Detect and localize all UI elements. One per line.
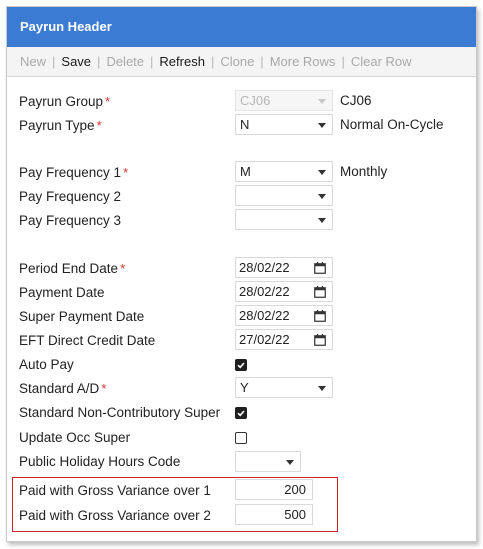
required-marker: * xyxy=(101,380,107,396)
standard-non-contributory-super-row: Standard Non-Contributory Super xyxy=(19,402,220,422)
payrun-group-label: Payrun Group xyxy=(19,93,104,109)
standard-non-contributory-super-checkbox[interactable] xyxy=(235,406,247,419)
paid-gross-variance-1-row: Paid with Gross Variance over 1 xyxy=(19,480,211,500)
auto-pay-checkbox[interactable] xyxy=(235,358,247,371)
payrun-group-description: CJ06 xyxy=(340,93,372,108)
update-occ-super-label: Update Occ Super xyxy=(19,429,131,445)
standard-ad-row: Standard A/D * xyxy=(19,378,106,398)
payment-date-row: Payment Date xyxy=(19,282,105,302)
period-end-date-row: Period End Date * xyxy=(19,258,125,278)
payrun-header-panel: Payrun Header New | Save | Delete | Refr… xyxy=(6,6,477,542)
chevron-down-icon[interactable] xyxy=(318,218,326,223)
toolbar-separator: | xyxy=(341,54,345,69)
super-payment-date-label: Super Payment Date xyxy=(19,308,145,324)
paid-gross-variance-1-label: Paid with Gross Variance over 1 xyxy=(19,482,211,498)
payrun-group-row: Payrun Group * xyxy=(19,91,110,111)
standard-ad-value: Y xyxy=(240,380,249,395)
paid-gross-variance-1-input[interactable]: 200 xyxy=(235,479,313,500)
required-marker: * xyxy=(105,93,111,109)
payrun-type-description: Normal On-Cycle xyxy=(340,117,444,132)
public-holiday-hours-code-combo[interactable] xyxy=(235,451,301,472)
pay-frequency-1-row: Pay Frequency 1 * xyxy=(19,162,128,182)
calendar-icon[interactable] xyxy=(314,262,326,274)
payrun-type-value: N xyxy=(240,117,250,132)
toolbar: New | Save | Delete | Refresh | Clone | … xyxy=(7,47,476,77)
period-end-date-input[interactable]: 28/02/22 xyxy=(235,257,333,278)
chevron-down-icon[interactable] xyxy=(318,123,326,128)
pay-frequency-1-value: M xyxy=(240,164,251,179)
pay-frequency-2-label: Pay Frequency 2 xyxy=(19,188,122,204)
pay-frequency-2-combo[interactable] xyxy=(235,185,333,206)
calendar-icon[interactable] xyxy=(314,286,326,298)
save-button[interactable]: Save xyxy=(61,54,91,69)
chevron-down-icon[interactable] xyxy=(318,194,326,199)
standard-ad-combo[interactable]: Y xyxy=(235,377,333,398)
payment-date-value: 28/02/22 xyxy=(239,284,290,299)
clear-row-button[interactable]: Clear Row xyxy=(351,54,412,69)
pay-frequency-1-combo[interactable]: M xyxy=(235,161,333,182)
chevron-down-icon xyxy=(318,99,326,104)
period-end-date-label: Period End Date xyxy=(19,260,119,276)
pay-frequency-2-row: Pay Frequency 2 xyxy=(19,186,121,206)
eft-direct-credit-date-input[interactable]: 27/02/22 xyxy=(235,329,333,350)
more-rows-button[interactable]: More Rows xyxy=(270,54,336,69)
eft-direct-credit-date-value: 27/02/22 xyxy=(239,332,290,347)
pay-frequency-3-row: Pay Frequency 3 xyxy=(19,210,121,230)
payrun-group-value: CJ06 xyxy=(240,93,271,108)
toolbar-separator: | xyxy=(150,54,154,69)
paid-gross-variance-2-row: Paid with Gross Variance over 2 xyxy=(19,505,211,525)
super-payment-date-value: 28/02/22 xyxy=(239,308,290,323)
toolbar-separator: | xyxy=(210,54,215,69)
update-occ-super-checkbox[interactable] xyxy=(235,431,247,444)
super-payment-date-row: Super Payment Date xyxy=(19,306,144,326)
toolbar-separator: | xyxy=(260,54,264,69)
panel-header: Payrun Header xyxy=(7,7,476,47)
check-icon xyxy=(237,409,245,416)
payrun-type-combo[interactable]: N xyxy=(235,114,333,135)
chevron-down-icon[interactable] xyxy=(286,460,294,465)
public-holiday-hours-code-label: Public Holiday Hours Code xyxy=(19,453,181,469)
payrun-type-row: Payrun Type * xyxy=(19,115,102,135)
payrun-group-combo: CJ06 xyxy=(235,90,333,111)
super-payment-date-input[interactable]: 28/02/22 xyxy=(235,305,333,326)
eft-direct-credit-date-row: EFT Direct Credit Date xyxy=(19,330,155,350)
payment-date-input[interactable]: 28/02/22 xyxy=(235,281,333,302)
payrun-type-label: Payrun Type xyxy=(19,117,95,133)
eft-direct-credit-date-label: EFT Direct Credit Date xyxy=(19,332,156,348)
required-marker: * xyxy=(120,260,126,276)
pay-frequency-3-combo[interactable] xyxy=(235,209,333,230)
chevron-down-icon[interactable] xyxy=(318,386,326,391)
paid-gross-variance-2-label: Paid with Gross Variance over 2 xyxy=(19,507,211,523)
required-marker: * xyxy=(96,117,102,133)
auto-pay-row: Auto Pay xyxy=(19,354,74,374)
paid-gross-variance-2-input[interactable]: 500 xyxy=(235,504,313,525)
update-occ-super-row: Update Occ Super xyxy=(19,427,130,447)
pay-frequency-3-label: Pay Frequency 3 xyxy=(19,212,122,228)
toolbar-separator: | xyxy=(97,54,101,69)
calendar-icon[interactable] xyxy=(314,334,326,346)
required-marker: * xyxy=(123,164,129,180)
auto-pay-label: Auto Pay xyxy=(19,356,74,372)
pay-frequency-1-label: Pay Frequency 1 xyxy=(19,164,122,180)
chevron-down-icon[interactable] xyxy=(318,170,326,175)
pay-frequency-1-description: Monthly xyxy=(340,164,388,179)
calendar-icon[interactable] xyxy=(314,310,326,322)
delete-button[interactable]: Delete xyxy=(106,54,144,69)
refresh-button[interactable]: Refresh xyxy=(159,54,205,69)
period-end-date-value: 28/02/22 xyxy=(239,260,290,275)
toolbar-separator: | xyxy=(52,54,56,69)
check-icon xyxy=(237,361,245,368)
panel-title: Payrun Header xyxy=(20,19,112,34)
public-holiday-hours-code-row: Public Holiday Hours Code xyxy=(19,451,180,471)
clone-button[interactable]: Clone xyxy=(220,54,254,69)
standard-ad-label: Standard A/D xyxy=(19,380,100,396)
new-button[interactable]: New xyxy=(20,54,46,69)
standard-non-contributory-super-label: Standard Non-Contributory Super xyxy=(19,404,221,420)
payment-date-label: Payment Date xyxy=(19,284,105,300)
